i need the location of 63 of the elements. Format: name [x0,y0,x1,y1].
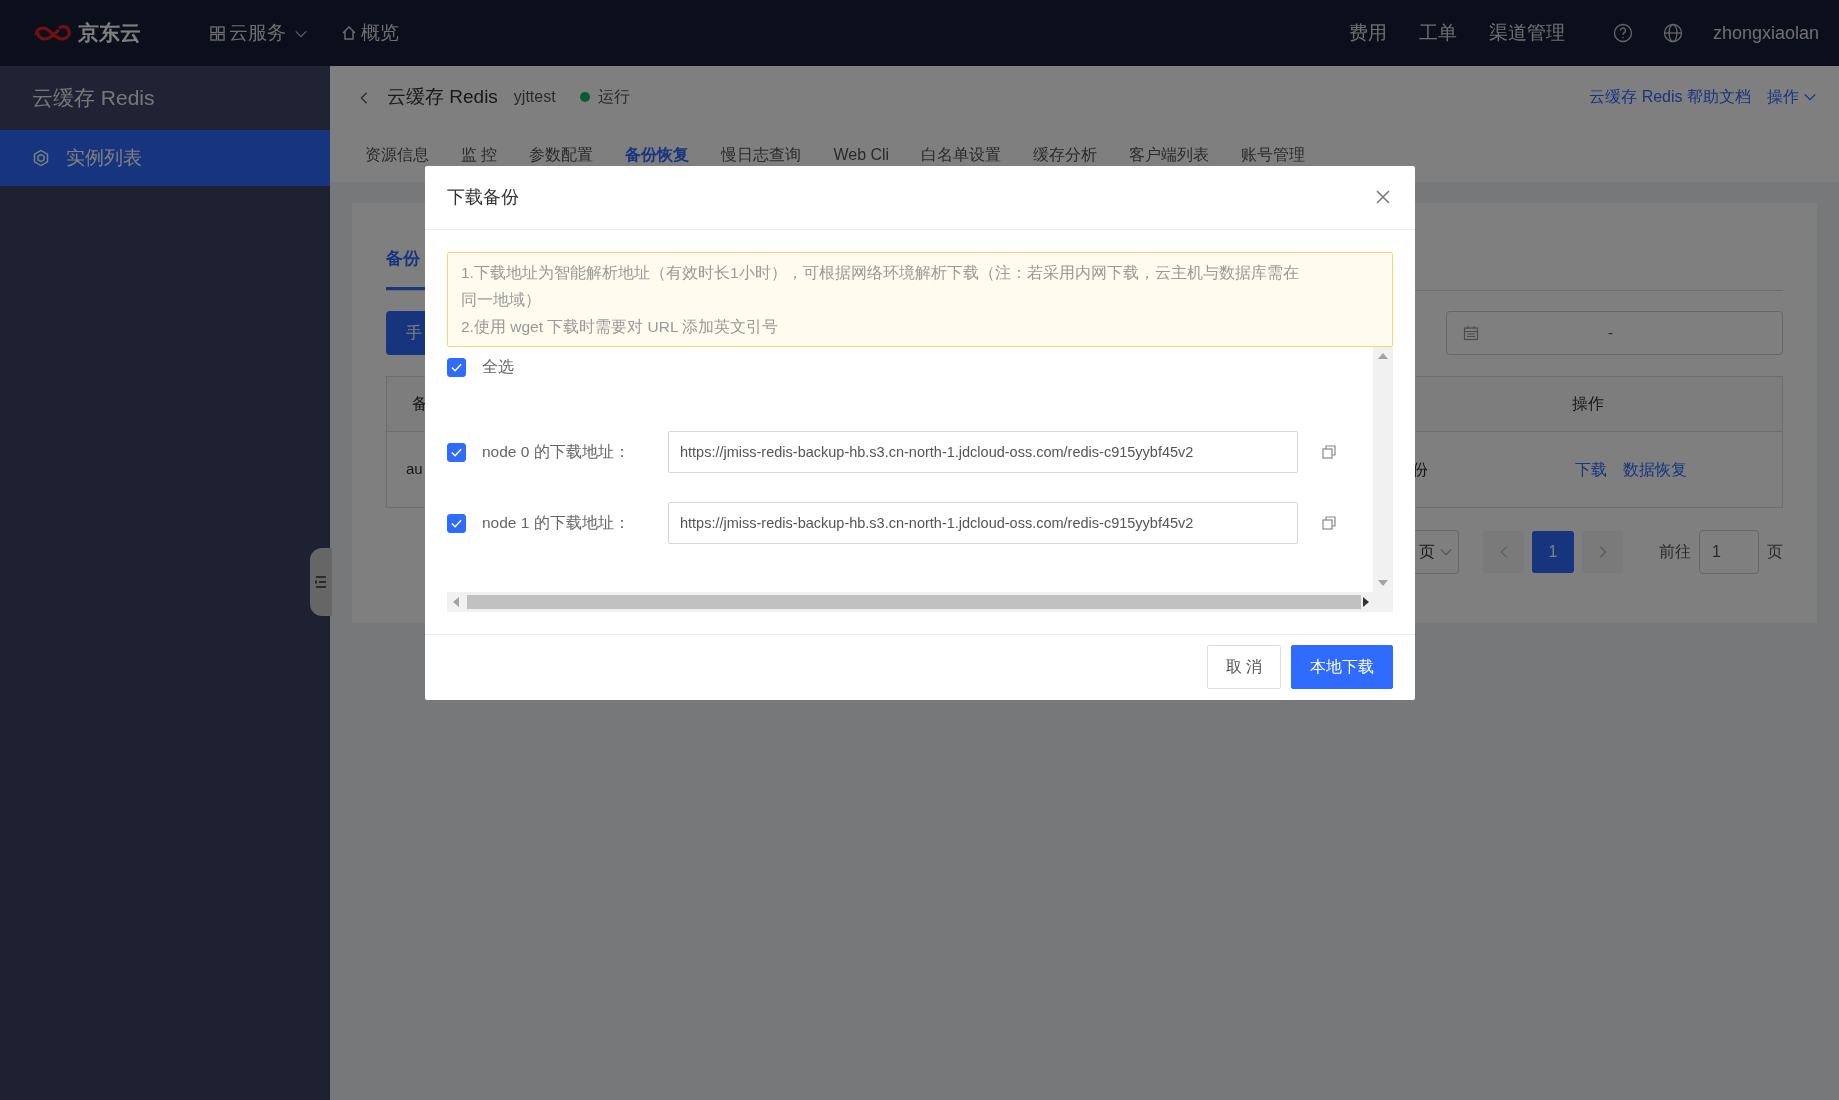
scroll-right-icon[interactable] [1363,597,1369,607]
scrollbar[interactable] [447,592,1393,612]
sidebar-item[interactable]: 实例列表 [0,130,330,186]
copy-icon[interactable] [1322,445,1336,459]
date-range-field[interactable]: - [1446,311,1783,355]
action-link[interactable]: 数据恢复 [1623,457,1687,482]
scroll-left-icon[interactable] [453,597,459,607]
download-button[interactable]: 本地下载 [1291,645,1393,689]
hexagon-icon [32,149,50,167]
dialog-title: 下载备份 [447,186,519,209]
goto-label: 前往 [1659,542,1691,562]
url-field[interactable]: https://jmiss-redis-backup-hb.s3.cn-north-1.jdcloud-oss.com/redis-c915yybf45v2 [668,431,1298,473]
column-header: 操作 [1571,394,1605,414]
nav-link[interactable]: 费用 [1348,18,1387,48]
list-icon [315,575,327,589]
globe-icon[interactable] [1662,23,1683,43]
table-cell-text: au [406,459,423,480]
copy-icon[interactable] [1322,516,1336,530]
page-title: 云缓存 Redis [387,84,498,109]
actions-menu[interactable]: 操作 [1767,85,1817,109]
calendar-icon [1463,325,1479,341]
nav-link[interactable]: 工单 [1418,18,1457,48]
grid-icon [210,25,225,41]
column-header: 备 [412,394,428,414]
side-handle[interactable] [310,548,332,616]
node-checkbox[interactable] [447,513,466,533]
nav-link[interactable]: 云服务 [210,18,308,48]
scrollbar[interactable] [1373,347,1393,592]
tab[interactable]: 缓存分析 [1033,128,1098,182]
node-label: node 1 的下载地址： [482,513,631,534]
notice-text: 1.下载地址为智能解析地址（有效时长1小时），可根据网络环境解析下载（注：若采用内网下载，云主机与数据库需在同一地域） [461,263,1300,310]
tab[interactable]: 客户端列表 [1129,128,1210,182]
tab[interactable]: Web Cli [833,128,890,182]
status-dot [579,92,590,102]
tab[interactable]: 白名单设置 [921,128,1002,182]
action-link[interactable]: 下载 [1575,457,1607,482]
cancel-button[interactable]: 取 消 [1206,645,1281,689]
page-suffix: 页 [1767,542,1783,562]
url-field[interactable]: https://jmiss-redis-backup-hb.s3.cn-north-1.jdcloud-oss.com/redis-c915yybf45v2 [668,502,1298,544]
nav-link[interactable]: 渠道管理 [1488,18,1565,48]
tab[interactable]: 备份恢复 [625,128,690,182]
page-number[interactable]: 1 [1532,531,1574,573]
node-checkbox[interactable] [447,442,466,462]
logo-text: 京东云 [78,20,141,47]
help-link[interactable]: 云缓存 Redis 帮助文档 [1589,85,1751,109]
tab[interactable]: 参数配置 [529,128,594,182]
tab[interactable]: 账号管理 [1241,128,1306,182]
status-text: 运行 [597,87,630,107]
instance-name: yjttest [513,87,556,107]
scroll-down-icon[interactable] [1378,580,1388,586]
node-label: node 0 的下载地址： [482,442,631,463]
home-icon [341,25,357,41]
notice-text: 2.使用 wget 下载时需要对 URL 添加英文引号 [461,317,780,337]
checkbox-label: 全选 [482,357,514,378]
username[interactable]: zhongxiaolan [1712,19,1819,47]
goto-page-field[interactable]: 1 [1699,530,1759,574]
select-all-checkbox[interactable] [447,357,466,377]
nav-link[interactable]: 概览 [341,18,399,48]
tab[interactable]: 资源信息 [365,128,429,182]
tab[interactable]: 慢日志查询 [721,128,802,182]
help-icon[interactable] [1612,23,1633,43]
tab[interactable]: 监 控 [461,128,498,182]
scroll-up-icon[interactable] [1378,353,1388,359]
